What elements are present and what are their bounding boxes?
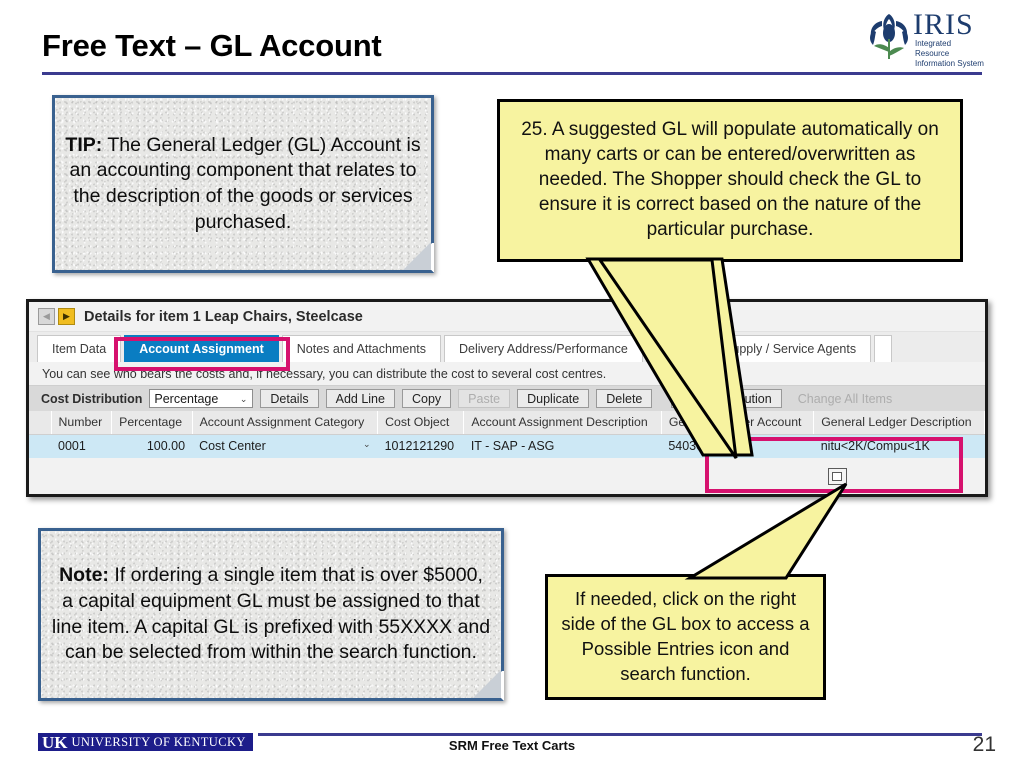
callout-step-25: 25. A suggested GL will populate automat… (497, 99, 963, 262)
page-number: 21 (972, 733, 996, 756)
cell-account-assignment-category[interactable]: Cost Center ⌄ (192, 434, 378, 458)
column-header-general-ledger-description[interactable]: General Ledger Description (813, 411, 985, 435)
duplicate-button[interactable]: Duplicate (517, 389, 590, 408)
callout-gl-box-hint-text: If needed, click on the right side of th… (561, 588, 810, 684)
iris-tagline-line2: Information System (915, 59, 984, 68)
paste-button: Paste (458, 389, 511, 408)
iris-tagline-line1: Integrated Resource (915, 39, 952, 58)
chevron-down-icon[interactable]: ⌄ (363, 439, 371, 450)
iris-logo: IRIS Integrated Resource Information Sys… (866, 8, 984, 68)
column-header-number[interactable]: Number (51, 411, 113, 435)
cell-number[interactable]: 0001 (51, 434, 112, 458)
tip-text: TIP: The General Ledger (GL) Account is … (65, 133, 421, 236)
change-all-items-button: Change All Items (797, 391, 893, 406)
footer-title: SRM Free Text Carts (448, 738, 576, 753)
column-header-cost-object[interactable]: Cost Object (377, 411, 465, 435)
corner-fold (473, 670, 501, 698)
cell-cost-object[interactable]: 1012121290 (377, 434, 464, 458)
cost-distribution-select[interactable]: Percentage ⌄ (149, 389, 254, 408)
cost-distribution-toolbar: Cost Distribution Percentage ⌄ Details A… (29, 385, 985, 411)
iris-flower-icon (870, 14, 908, 59)
cost-distribution-value: Percentage (154, 391, 219, 406)
cell-general-ledger-account[interactable]: 540300 (661, 434, 814, 458)
corner-fold (403, 242, 431, 270)
column-header-percentage[interactable]: Percentage (111, 411, 193, 435)
possible-entries-icon[interactable] (828, 468, 847, 485)
cost-distribution-label: Cost Distribution (41, 391, 143, 406)
tab-sources-of-supply[interactable]: Sources of Supply / Service Agents (645, 335, 872, 362)
cell-account-assignment-category-value: Cost Center (199, 438, 266, 453)
table-header-row: Number Percentage Account Assignment Cat… (29, 411, 985, 435)
cost-distribution-table: Number Percentage Account Assignment Cat… (29, 411, 985, 458)
detail-item-title: Details for item 1 Leap Chairs, Steelcas… (84, 308, 363, 325)
table-row[interactable]: 0001 100.00 Cost Center ⌄ 1012121290 IT … (29, 434, 985, 458)
row-selector-cell[interactable] (29, 434, 51, 458)
note-text: Note: If ordering a single item that is … (51, 563, 491, 666)
tab-notes-and-attachments[interactable]: Notes and Attachments (281, 335, 441, 362)
column-header-account-assignment-description[interactable]: Account Assignment Description (463, 411, 662, 435)
note-body: If ordering a single item that is over $… (51, 564, 491, 664)
title-divider (42, 72, 982, 75)
sap-detail-header: ◀ ▶ Details for item 1 Leap Chairs, Stee… (29, 302, 985, 332)
cost-distribution-info-text: You can see who bears the costs and, if … (29, 362, 985, 385)
column-header-account-assignment-category[interactable]: Account Assignment Category (192, 411, 379, 435)
callout-gl-hint-tail (684, 482, 848, 580)
footer-divider (258, 733, 982, 736)
sap-tab-strip: Item Data Account Assignment Notes and A… (29, 332, 985, 362)
column-header-general-ledger-account[interactable]: General Ledger Account (661, 411, 815, 435)
tip-callout-gl-account: TIP: The General Ledger (GL) Account is … (52, 95, 434, 273)
row-selector-header (29, 411, 52, 435)
copy-button[interactable]: Copy (401, 389, 452, 408)
possible-entries-icon-inner (832, 472, 842, 481)
previous-item-arrow-icon[interactable]: ◀ (38, 308, 55, 325)
tab-item-data[interactable]: Item Data (37, 335, 122, 362)
delete-button[interactable]: Delete (596, 389, 653, 408)
note-callout-capital-gl: Note: If ordering a single item that is … (38, 528, 504, 701)
note-lead: Note: (59, 564, 109, 587)
add-line-button[interactable]: Add Line (325, 389, 395, 408)
iris-wordmark: IRIS (913, 8, 974, 41)
tab-overflow[interactable] (874, 335, 893, 362)
next-item-arrow-icon[interactable]: ▶ (58, 308, 75, 325)
chevron-down-icon: ⌄ (239, 394, 248, 404)
callout-gl-box-hint: If needed, click on the right side of th… (545, 574, 826, 700)
iris-tagline: Integrated Resource Information System (915, 39, 987, 69)
tip-lead: TIP: (65, 133, 103, 156)
cell-percentage[interactable]: 100.00 (111, 434, 193, 458)
tip-body: The General Ledger (GL) Account is an ac… (69, 133, 421, 233)
page-title: Free Text – GL Account (42, 28, 382, 63)
cell-general-ledger-description[interactable]: nitu<2K/Compu<1K (813, 434, 985, 458)
details-button[interactable]: Details (260, 389, 319, 408)
tab-account-assignment[interactable]: Account Assignment (124, 335, 279, 362)
callout-step-25-text: 25. A suggested GL will populate automat… (521, 119, 939, 240)
tab-delivery-address-performance[interactable]: Delivery Address/Performance (444, 335, 643, 362)
split-distribution-button[interactable]: Split Distribution (671, 389, 782, 408)
cell-account-assignment-description[interactable]: IT - SAP - ASG (463, 434, 662, 458)
